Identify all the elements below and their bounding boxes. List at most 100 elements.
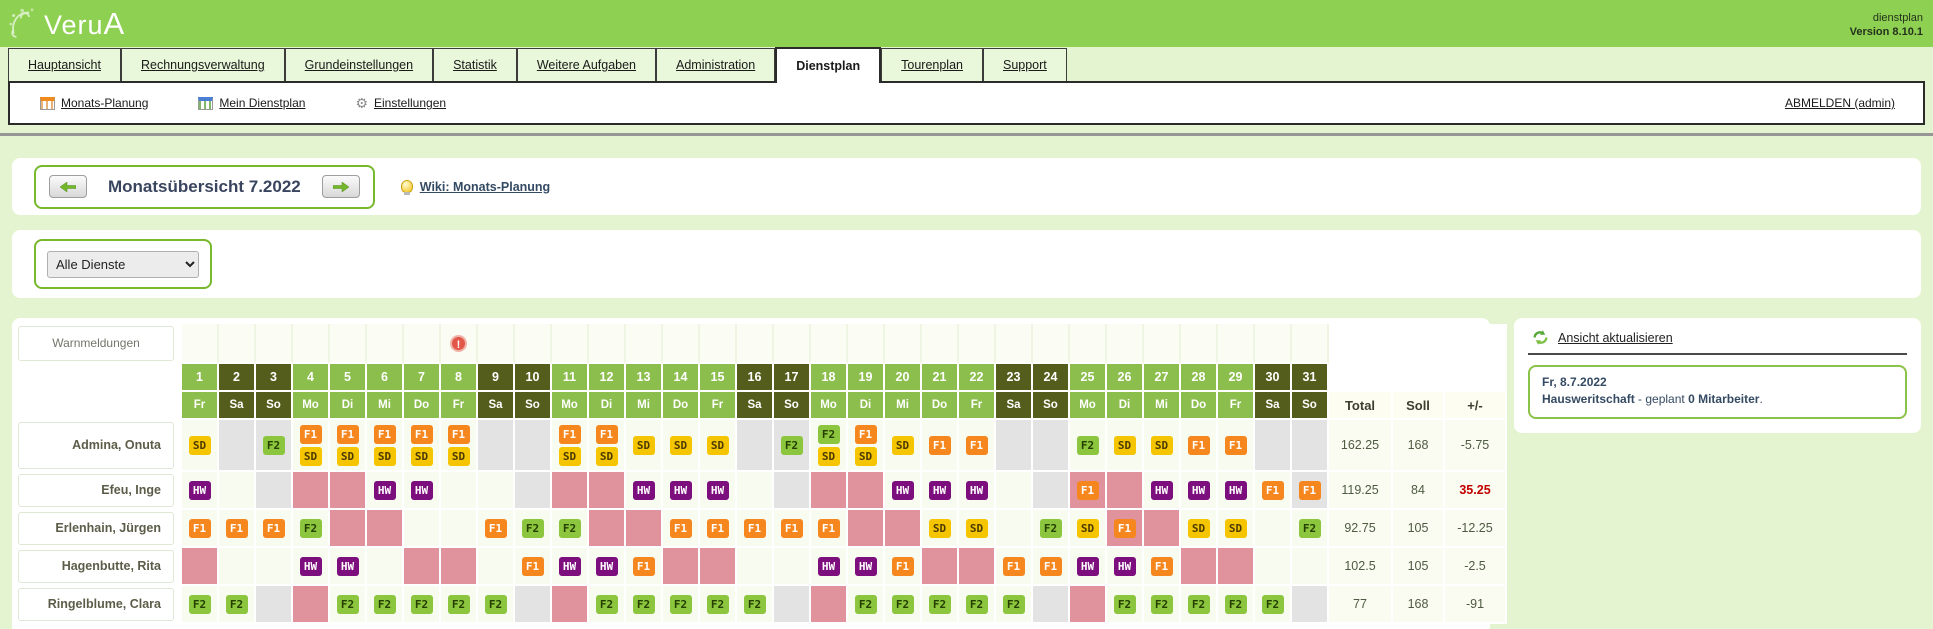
shift-cell-2-day-26[interactable]	[1107, 472, 1144, 510]
shift-cell-4-day-17[interactable]	[774, 548, 811, 586]
shift-cell-4-day-19[interactable]: HW	[848, 548, 885, 586]
shift-cell-3-day-30[interactable]	[1255, 510, 1292, 548]
shift-cell-5-day-9[interactable]: F2	[478, 586, 515, 624]
shift-cell-4-day-11[interactable]: HW	[552, 548, 589, 586]
tab-hauptansicht[interactable]: Hauptansicht	[8, 48, 121, 81]
shift-cell-5-day-11[interactable]	[552, 586, 589, 624]
shift-cell-4-day-14[interactable]	[663, 548, 700, 586]
service-filter-select[interactable]: Alle Dienste	[47, 251, 199, 278]
shift-cell-3-day-15[interactable]: F1	[700, 510, 737, 548]
shift-cell-4-day-16[interactable]	[737, 548, 774, 586]
shift-cell-3-day-22[interactable]: SD	[959, 510, 996, 548]
shift-cell-4-day-6[interactable]	[367, 548, 404, 586]
shift-cell-1-day-28[interactable]: F1	[1181, 420, 1218, 472]
shift-cell-1-day-6[interactable]: F1SD	[367, 420, 404, 472]
shift-cell-5-day-29[interactable]: F2	[1218, 586, 1255, 624]
shift-cell-2-day-13[interactable]: HW	[626, 472, 663, 510]
shift-cell-3-day-26[interactable]: F1	[1107, 510, 1144, 548]
shift-cell-1-day-20[interactable]: SD	[885, 420, 922, 472]
shift-cell-1-day-30[interactable]	[1255, 420, 1292, 472]
shift-cell-2-day-31[interactable]: F1	[1292, 472, 1329, 510]
shift-cell-5-day-13[interactable]: F2	[626, 586, 663, 624]
shift-cell-2-day-22[interactable]: HW	[959, 472, 996, 510]
shift-cell-3-day-9[interactable]: F1	[478, 510, 515, 548]
shift-cell-1-day-22[interactable]: F1	[959, 420, 996, 472]
shift-cell-4-day-5[interactable]: HW	[330, 548, 367, 586]
shift-cell-4-day-28[interactable]	[1181, 548, 1218, 586]
shift-cell-5-day-18[interactable]	[811, 586, 848, 624]
shift-cell-3-day-27[interactable]	[1144, 510, 1181, 548]
shift-cell-1-day-8[interactable]: F1SD	[441, 420, 478, 472]
shift-cell-2-day-18[interactable]	[811, 472, 848, 510]
shift-cell-5-day-27[interactable]: F2	[1144, 586, 1181, 624]
tab-rechnungsverwaltung[interactable]: Rechnungsverwaltung	[121, 48, 285, 81]
shift-cell-4-day-7[interactable]	[404, 548, 441, 586]
shift-cell-2-day-25[interactable]: F1	[1070, 472, 1107, 510]
shift-cell-3-day-25[interactable]: SD	[1070, 510, 1107, 548]
shift-cell-3-day-17[interactable]: F1	[774, 510, 811, 548]
shift-cell-2-day-23[interactable]	[996, 472, 1033, 510]
shift-cell-1-day-12[interactable]: F1SD	[589, 420, 626, 472]
shift-cell-2-day-11[interactable]	[552, 472, 589, 510]
shift-cell-2-day-10[interactable]	[515, 472, 552, 510]
shift-cell-3-day-13[interactable]	[626, 510, 663, 548]
wiki-link[interactable]: Wiki: Monats-Planung	[420, 180, 550, 194]
shift-cell-4-day-18[interactable]: HW	[811, 548, 848, 586]
logout-link[interactable]: ABMELDEN (admin)	[1785, 96, 1895, 110]
shift-cell-3-day-28[interactable]: SD	[1181, 510, 1218, 548]
shift-cell-4-day-29[interactable]	[1218, 548, 1255, 586]
shift-cell-5-day-24[interactable]	[1033, 586, 1070, 624]
shift-cell-2-day-19[interactable]	[848, 472, 885, 510]
shift-cell-1-day-4[interactable]: F1SD	[293, 420, 330, 472]
shift-cell-2-day-8[interactable]	[441, 472, 478, 510]
shift-cell-4-day-2[interactable]	[219, 548, 256, 586]
shift-cell-2-day-2[interactable]	[219, 472, 256, 510]
shift-cell-5-day-26[interactable]: F2	[1107, 586, 1144, 624]
shift-cell-3-day-21[interactable]: SD	[922, 510, 959, 548]
shift-cell-4-day-12[interactable]: HW	[589, 548, 626, 586]
shift-cell-4-day-15[interactable]	[700, 548, 737, 586]
shift-cell-1-day-9[interactable]	[478, 420, 515, 472]
shift-cell-2-day-3[interactable]	[256, 472, 293, 510]
shift-cell-5-day-17[interactable]	[774, 586, 811, 624]
shift-cell-1-day-29[interactable]: F1	[1218, 420, 1255, 472]
toolbar-link-mein-dienstplan[interactable]: Mein Dienstplan	[198, 96, 305, 110]
shift-cell-5-day-1[interactable]: F2	[182, 586, 219, 624]
shift-cell-1-day-31[interactable]	[1292, 420, 1329, 472]
shift-cell-3-day-14[interactable]: F1	[663, 510, 700, 548]
shift-cell-4-day-1[interactable]	[182, 548, 219, 586]
shift-cell-1-day-24[interactable]	[1033, 420, 1070, 472]
shift-cell-4-day-23[interactable]: F1	[996, 548, 1033, 586]
shift-cell-1-day-2[interactable]	[219, 420, 256, 472]
shift-cell-3-day-19[interactable]	[848, 510, 885, 548]
shift-cell-3-day-16[interactable]: F1	[737, 510, 774, 548]
shift-cell-3-day-10[interactable]: F2	[515, 510, 552, 548]
shift-cell-5-day-25[interactable]	[1070, 586, 1107, 624]
shift-cell-2-day-29[interactable]: HW	[1218, 472, 1255, 510]
shift-cell-4-day-25[interactable]: HW	[1070, 548, 1107, 586]
shift-cell-4-day-24[interactable]: F1	[1033, 548, 1070, 586]
shift-cell-2-day-21[interactable]: HW	[922, 472, 959, 510]
shift-cell-2-day-30[interactable]: F1	[1255, 472, 1292, 510]
shift-cell-4-day-22[interactable]	[959, 548, 996, 586]
shift-cell-1-day-27[interactable]: SD	[1144, 420, 1181, 472]
shift-cell-1-day-14[interactable]: SD	[663, 420, 700, 472]
shift-cell-5-day-28[interactable]: F2	[1181, 586, 1218, 624]
shift-cell-1-day-23[interactable]	[996, 420, 1033, 472]
shift-cell-4-day-20[interactable]: F1	[885, 548, 922, 586]
shift-cell-4-day-10[interactable]: F1	[515, 548, 552, 586]
shift-cell-4-day-27[interactable]: F1	[1144, 548, 1181, 586]
shift-cell-5-day-19[interactable]: F2	[848, 586, 885, 624]
shift-cell-1-day-15[interactable]: SD	[700, 420, 737, 472]
shift-cell-5-day-6[interactable]: F2	[367, 586, 404, 624]
tab-weitere-aufgaben[interactable]: Weitere Aufgaben	[517, 48, 656, 81]
shift-cell-5-day-15[interactable]: F2	[700, 586, 737, 624]
shift-cell-5-day-4[interactable]	[293, 586, 330, 624]
next-month-button[interactable]	[322, 175, 360, 198]
shift-cell-3-day-4[interactable]: F2	[293, 510, 330, 548]
shift-cell-5-day-22[interactable]: F2	[959, 586, 996, 624]
shift-cell-3-day-29[interactable]: SD	[1218, 510, 1255, 548]
shift-cell-5-day-5[interactable]: F2	[330, 586, 367, 624]
shift-cell-5-day-20[interactable]: F2	[885, 586, 922, 624]
refresh-view-link[interactable]: Ansicht aktualisieren	[1558, 331, 1673, 345]
